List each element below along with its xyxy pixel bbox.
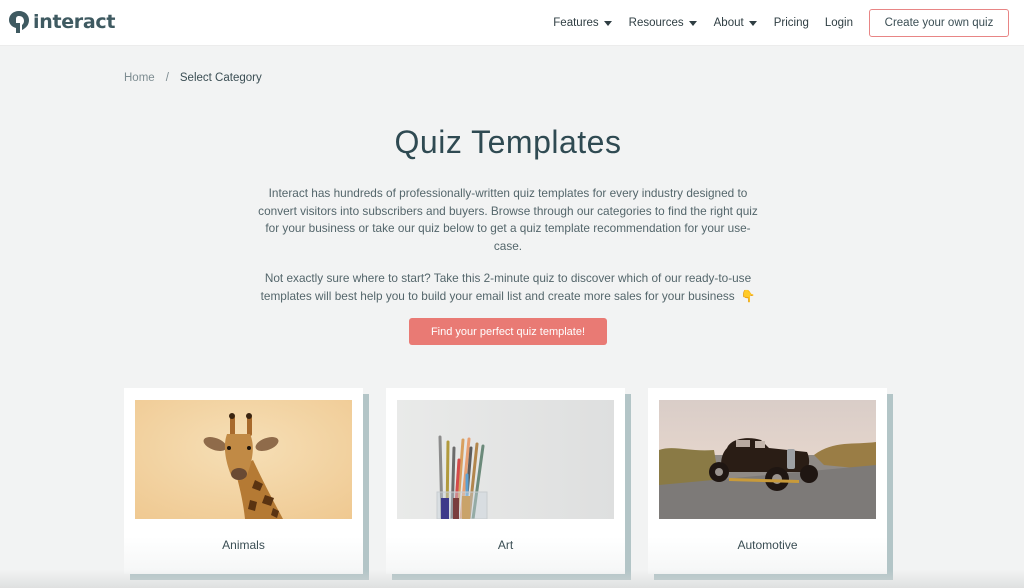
nav-resources-label: Resources — [628, 17, 684, 29]
nav-resources[interactable]: Resources — [629, 17, 697, 29]
category-card-art[interactable]: Art — [386, 388, 631, 580]
caret-down-icon — [748, 20, 757, 26]
paintbrushes-jar-photo — [397, 400, 614, 519]
category-card-animals[interactable]: Animals — [124, 388, 369, 580]
nav-features[interactable]: Features — [553, 17, 612, 29]
category-card[interactable]: Art — [386, 388, 625, 574]
category-card[interactable]: Animals — [124, 388, 363, 574]
find-quiz-template-button[interactable]: Find your perfect quiz template! — [409, 318, 607, 345]
logo-text: interact — [33, 11, 116, 33]
category-card[interactable]: Automotive — [648, 388, 887, 574]
giraffe-photo — [135, 400, 352, 519]
bottom-fade — [0, 570, 1024, 588]
page-title: Quiz Templates — [394, 124, 622, 160]
breadcrumb: Home / Select Category — [124, 72, 262, 84]
caret-down-icon — [688, 20, 697, 26]
category-label: Art — [497, 538, 514, 552]
logo[interactable]: interact — [8, 9, 115, 35]
category-card-automotive[interactable]: Automotive — [648, 388, 893, 580]
main-nav: Features Resources About Pricing Login C… — [553, 0, 1024, 46]
nav-pricing[interactable]: Pricing — [774, 17, 809, 29]
category-label: Automotive — [737, 538, 798, 552]
breadcrumb-current: Select Category — [179, 72, 262, 84]
pointing-down-icon: 👇 — [740, 289, 756, 303]
create-quiz-button[interactable]: Create your own quiz — [869, 9, 1009, 37]
breadcrumb-separator: / — [165, 72, 169, 84]
quiz-prompt: Not exactly sure where to start? Take th… — [250, 269, 766, 305]
nav-login[interactable]: Login — [825, 17, 853, 29]
breadcrumb-home[interactable]: Home — [124, 72, 155, 84]
intro-text: Interact has hundreds of professionally-… — [258, 186, 758, 254]
interact-logo-icon — [9, 11, 29, 33]
nav-about[interactable]: About — [714, 17, 757, 29]
site-header: interact Features Resources About Pricin… — [0, 0, 1024, 46]
caret-down-icon — [603, 20, 612, 26]
category-label: Animals — [222, 538, 265, 552]
nav-features-label: Features — [553, 17, 599, 29]
vintage-car-photo — [659, 400, 876, 519]
quiz-prompt-text: Not exactly sure where to start? Take th… — [260, 271, 752, 303]
nav-about-label: About — [713, 17, 744, 29]
